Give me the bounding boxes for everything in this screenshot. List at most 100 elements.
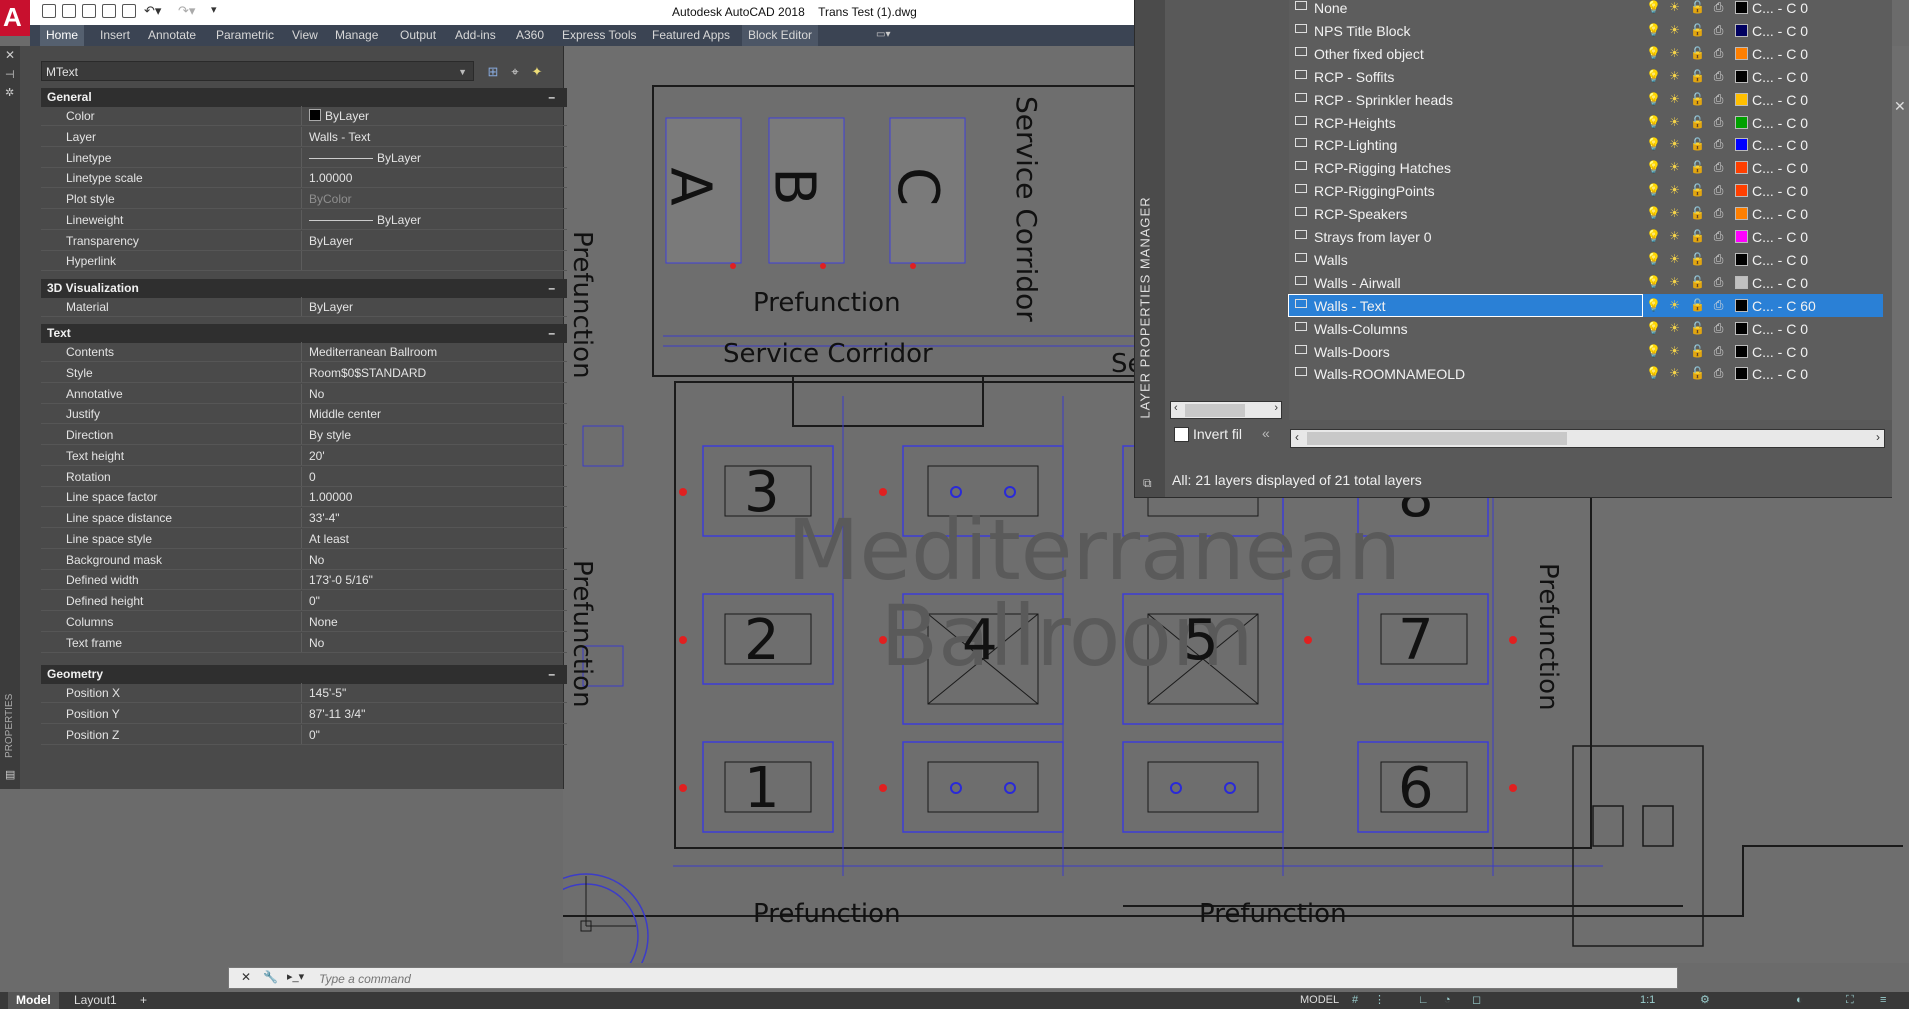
layer-plot-icon[interactable]: ⎙ [1712,321,1725,335]
property-value[interactable]: Room$0$STANDARD [309,366,426,380]
property-value[interactable]: ByLayer [309,234,353,248]
layer-freeze-icon[interactable]: ☀ [1668,275,1681,289]
layer-freeze-icon[interactable]: ☀ [1668,0,1681,14]
layer-plot-icon[interactable]: ⎙ [1712,366,1725,380]
property-row-color[interactable]: Color ByLayer [41,106,567,126]
layer-lock-icon[interactable]: 🔓 [1690,366,1705,380]
layer-on-icon[interactable]: 💡 [1646,298,1661,312]
ribbon-minimize-icon[interactable]: ▭▾ [876,29,900,42]
layer-on-icon[interactable]: 💡 [1646,229,1661,243]
layer-freeze-icon[interactable]: ☀ [1668,46,1681,60]
layer-lock-icon[interactable]: 🔓 [1690,115,1705,129]
property-value[interactable]: ByColor [309,192,352,206]
layer-on-icon[interactable]: 💡 [1646,69,1661,83]
save-as-icon[interactable] [102,4,116,18]
property-row-defined-width[interactable]: Defined width 173'-0 5/16" [41,570,567,591]
property-value[interactable]: 173'-0 5/16" [309,573,373,587]
layer-plot-icon[interactable]: ⎙ [1712,137,1725,151]
layer-row[interactable]: Walls-Columns 💡 ☀ 🔓 ⎙ C... - C 0 [1288,317,1883,340]
property-row-layer[interactable]: Layer Walls - Text [41,126,567,147]
property-row-line-space-style[interactable]: Line space style At least [41,528,567,549]
layer-lock-icon[interactable]: 🔓 [1690,298,1705,312]
layer-color-swatch[interactable] [1735,275,1748,289]
property-value[interactable]: ByLayer [309,151,421,165]
layer-on-icon[interactable]: 💡 [1646,160,1661,174]
property-row-columns[interactable]: Columns None [41,611,567,632]
layer-row[interactable]: Walls - Airwall 💡 ☀ 🔓 ⎙ C... - C 0 [1288,271,1883,294]
property-row-position-y[interactable]: Position Y 87'-11 3/4" [41,703,567,724]
layer-lock-icon[interactable]: 🔓 [1690,275,1705,289]
snap-icon[interactable]: ⋮ [1374,994,1388,1006]
property-row-line-space-distance[interactable]: Line space distance 33'-4" [41,508,567,528]
property-row-material[interactable]: Material ByLayer [41,297,567,317]
property-value[interactable]: At least [309,532,349,546]
layer-color-swatch[interactable] [1735,367,1748,381]
layer-color-swatch[interactable] [1735,92,1748,106]
isolate-icon[interactable]: ◐ [1796,994,1810,1006]
layer-plot-icon[interactable]: ⎙ [1712,344,1725,358]
layer-row[interactable]: RCP-Speakers 💡 ☀ 🔓 ⎙ C... - C 0 [1288,202,1883,225]
application-menu-button[interactable]: A [0,0,30,36]
layer-row[interactable]: Walls - Text 💡 ☀ 🔓 ⎙ C... - C 60 [1288,293,1883,317]
ortho-icon[interactable]: ∟ [1418,994,1432,1006]
layer-on-icon[interactable]: 💡 [1646,344,1661,358]
add-layout-button[interactable]: + [132,992,155,1009]
tab-block-editor[interactable]: Block Editor [742,25,819,46]
property-value[interactable]: 0 [309,470,316,484]
layer-row[interactable]: RCP-Rigging Hatches 💡 ☀ 🔓 ⎙ C... - C 0 [1288,156,1883,179]
pin-icon[interactable]: ⊣ [5,68,15,81]
tab-layout1[interactable]: Layout1 [66,992,125,1009]
layer-row[interactable]: RCP - Sprinkler heads 💡 ☀ 🔓 ⎙ C... - C 0 [1288,88,1883,111]
collapse-filter-pane-icon[interactable]: « [1262,425,1270,441]
layer-plot-icon[interactable]: ⎙ [1712,275,1725,289]
layer-lock-icon[interactable]: 🔓 [1690,344,1705,358]
property-value[interactable]: ByLayer [309,213,421,227]
layer-on-icon[interactable]: 💡 [1646,23,1661,37]
layer-lock-icon[interactable]: 🔓 [1690,23,1705,37]
property-value[interactable]: Mediterranean Ballroom [309,345,437,359]
section-general[interactable]: General – [41,88,567,107]
palette-settings-icon[interactable]: ✲ [5,86,14,99]
layer-on-icon[interactable]: 💡 [1646,46,1661,60]
property-value[interactable]: 145'-5" [309,686,346,700]
property-value[interactable]: 0" [309,728,320,742]
section-3d-visualization[interactable]: 3D Visualization – [41,279,567,298]
section-text[interactable]: Text – [41,324,567,343]
open-file-icon[interactable] [62,4,76,18]
layer-row[interactable]: Strays from layer 0 💡 ☀ 🔓 ⎙ C... - C 0 [1288,225,1883,248]
property-row-background-mask[interactable]: Background mask No [41,549,567,570]
layer-lock-icon[interactable]: 🔓 [1690,0,1705,14]
property-row-hyperlink[interactable]: Hyperlink [41,251,567,272]
close-icon[interactable]: ✕ [5,48,15,62]
layer-freeze-icon[interactable]: ☀ [1668,366,1681,380]
tab-add-ins[interactable]: Add-ins [449,25,502,46]
layer-color-swatch[interactable] [1735,161,1748,175]
command-customize-icon[interactable]: 🔧 [263,970,278,984]
property-row-transparency[interactable]: Transparency ByLayer [41,230,567,251]
layer-row[interactable]: RCP-Heights 💡 ☀ 🔓 ⎙ C... - C 0 [1288,111,1883,134]
property-value[interactable]: None [309,615,338,629]
fullscreen-icon[interactable]: ⛶ [1846,994,1860,1006]
layer-freeze-icon[interactable]: ☀ [1668,344,1681,358]
layer-row[interactable]: Walls-Doors 💡 ☀ 🔓 ⎙ C... - C 0 [1288,340,1883,363]
layer-on-icon[interactable]: 💡 [1646,92,1661,106]
section-geometry[interactable]: Geometry – [41,665,567,684]
property-value[interactable]: Walls - Text [309,130,370,144]
property-value[interactable]: ByLayer [309,300,353,314]
tab-model[interactable]: Model [8,992,59,1009]
layer-color-swatch[interactable] [1735,115,1748,129]
layer-plot-icon[interactable]: ⎙ [1712,69,1725,83]
layer-color-swatch[interactable] [1735,321,1748,335]
property-value[interactable]: 0" [309,594,320,608]
layer-freeze-icon[interactable]: ☀ [1668,137,1681,151]
property-value[interactable]: 87'-11 3/4" [309,707,365,721]
layer-row[interactable]: Walls 💡 ☀ 🔓 ⎙ C... - C 0 [1288,248,1883,271]
layer-lock-icon[interactable]: 🔓 [1690,69,1705,83]
customize-qat-icon[interactable]: ▾ [211,3,217,16]
select-objects-icon[interactable]: ⌖ [506,63,524,81]
layer-plot-icon[interactable]: ⎙ [1712,229,1725,243]
layer-freeze-icon[interactable]: ☀ [1668,23,1681,37]
layer-color-swatch[interactable] [1735,69,1748,83]
property-row-justify[interactable]: Justify Middle center [41,404,567,425]
layer-on-icon[interactable]: 💡 [1646,0,1661,14]
